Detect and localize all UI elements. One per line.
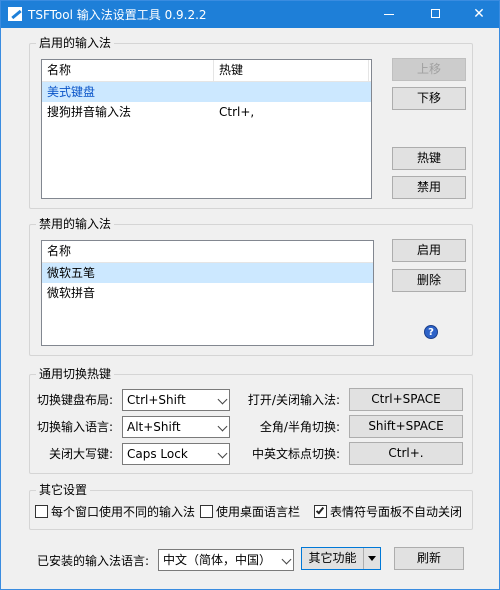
checkmark-icon [315, 505, 325, 515]
ime-toggle-label: 打开/关闭输入法: [247, 393, 340, 407]
hotkeys-legend: 通用切换热键 [36, 367, 115, 381]
maximize-button[interactable] [415, 3, 455, 25]
refresh-button[interactable]: 刷新 [394, 547, 464, 570]
column-header-hotkey[interactable]: 热键 [214, 60, 364, 81]
capslock-label: 关闭大写键: [48, 447, 113, 461]
title-bar[interactable]: TSFTool 输入法设置工具 0.9.2.2 ✕ [1, 1, 499, 28]
desktop-langbar-checkbox[interactable] [200, 505, 213, 518]
ime-hotkey: Ctrl+, [219, 105, 255, 119]
chevron-down-icon [217, 421, 228, 432]
other-settings-group: 其它设置 每个窗口使用不同的输入法 使用桌面语言栏 表情符号面板不自动关闭 [29, 483, 473, 530]
more-functions-button[interactable]: 其它功能 [301, 547, 381, 570]
other-settings-legend: 其它设置 [36, 483, 91, 497]
ime-name: 搜狗拼音输入法 [47, 105, 132, 119]
enabled-ime-group: 启用的输入法 名称 热键 美式键盘 搜狗拼音输入法 Ctrl+, 上移 下移 热… [29, 36, 473, 209]
installed-language-value: 中文（简体，中国） [163, 553, 272, 567]
move-down-button[interactable]: 下移 [392, 87, 466, 110]
per-window-ime-label[interactable]: 每个窗口使用不同的输入法 [51, 504, 195, 520]
close-icon: ✕ [473, 6, 485, 22]
hotkeys-group: 通用切换热键 切换键盘布局: Ctrl+Shift 切换输入语言: Alt+Sh… [29, 367, 473, 474]
hotkey-button[interactable]: 热键 [392, 147, 466, 170]
move-up-button[interactable]: 上移 [392, 58, 466, 81]
list-item[interactable]: 微软五笔 [42, 263, 373, 283]
window-title: TSFTool 输入法设置工具 0.9.2.2 [28, 8, 207, 22]
language-switch-select[interactable]: Alt+Shift [122, 416, 230, 438]
ime-name: 美式键盘 [47, 85, 96, 99]
minimize-button[interactable] [369, 3, 409, 25]
close-button[interactable]: ✕ [459, 3, 499, 25]
list-item[interactable]: 微软拼音 [42, 283, 373, 303]
list-item[interactable]: 搜狗拼音输入法 Ctrl+, [42, 102, 371, 122]
ime-toggle-hotkey-button[interactable]: Ctrl+SPACE [349, 388, 463, 411]
fullwidth-toggle-hotkey-button[interactable]: Shift+SPACE [349, 415, 463, 438]
delete-button[interactable]: 删除 [392, 269, 466, 292]
disable-button[interactable]: 禁用 [392, 176, 466, 199]
help-icon[interactable]: ? [424, 325, 438, 339]
punctuation-toggle-hotkey-button[interactable]: Ctrl+. [349, 442, 463, 465]
disabled-ime-legend: 禁用的输入法 [36, 217, 115, 231]
app-icon [8, 7, 22, 21]
desktop-langbar-label[interactable]: 使用桌面语言栏 [216, 504, 300, 520]
chevron-down-icon [217, 394, 228, 405]
emoji-panel-checkbox[interactable] [314, 505, 327, 518]
enabled-list-header: 名称 热键 [42, 60, 371, 82]
language-switch-value: Alt+Shift [127, 420, 181, 434]
ime-name: 微软拼音 [47, 286, 96, 300]
layout-switch-value: Ctrl+Shift [127, 393, 186, 407]
column-header-name[interactable]: 名称 [42, 60, 212, 81]
capslock-select[interactable]: Caps Lock [122, 443, 230, 465]
disabled-list-header: 名称 [42, 241, 373, 263]
installed-language-select[interactable]: 中文（简体，中国） [158, 549, 294, 571]
minimize-icon [384, 13, 394, 15]
disabled-ime-list[interactable]: 名称 微软五笔 微软拼音 [41, 240, 374, 346]
enable-button[interactable]: 启用 [392, 239, 466, 262]
enabled-ime-legend: 启用的输入法 [36, 36, 115, 50]
dropdown-arrow-icon[interactable] [363, 548, 380, 569]
ime-name: 微软五笔 [47, 266, 96, 280]
maximize-icon [430, 8, 440, 18]
punctuation-toggle-label: 中英文标点切换: [251, 447, 340, 461]
column-header-name[interactable]: 名称 [42, 241, 342, 262]
capslock-value: Caps Lock [127, 447, 188, 461]
chevron-down-icon [217, 448, 228, 459]
emoji-panel-label[interactable]: 表情符号面板不自动关闭 [330, 504, 462, 520]
installed-languages-label: 已安装的输入法语言: [37, 554, 150, 568]
language-switch-label: 切换输入语言: [36, 420, 113, 434]
app-window: TSFTool 输入法设置工具 0.9.2.2 ✕ 启用的输入法 名称 热键 美… [0, 0, 500, 590]
per-window-ime-checkbox[interactable] [35, 505, 48, 518]
enabled-ime-list[interactable]: 名称 热键 美式键盘 搜狗拼音输入法 Ctrl+, [41, 59, 372, 199]
layout-switch-label: 切换键盘布局: [36, 393, 113, 407]
list-item[interactable]: 美式键盘 [42, 82, 371, 102]
disabled-ime-group: 禁用的输入法 名称 微软五笔 微软拼音 启用 删除 ? [29, 217, 473, 356]
fullwidth-toggle-label: 全角/半角切换: [259, 420, 340, 434]
more-functions-label: 其它功能 [308, 551, 357, 565]
chevron-down-icon [281, 554, 292, 565]
layout-switch-select[interactable]: Ctrl+Shift [122, 389, 230, 411]
